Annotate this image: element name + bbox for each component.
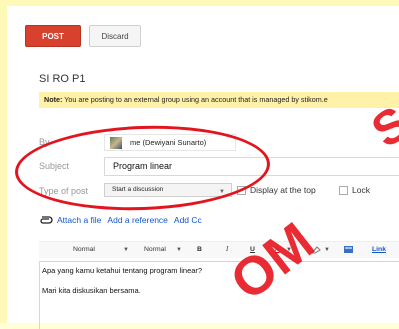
editor-line: Apa yang kamu ketahui tentang program li…	[42, 266, 203, 275]
note-prefix: Note:	[44, 95, 63, 104]
add-reference-link[interactable]: Add a reference	[107, 215, 167, 225]
discard-button[interactable]: Discard	[89, 25, 141, 47]
bold-button[interactable]: B	[197, 244, 202, 256]
highlight-chevron-icon: ▼	[324, 247, 330, 253]
annotation-ellipse	[13, 121, 272, 215]
lock-checkbox[interactable]	[339, 186, 348, 195]
text-color-chevron-icon: ▼	[286, 247, 292, 253]
display-at-top-label: Display at the top	[250, 185, 316, 195]
font-style-chevron-icon: ▼	[123, 247, 129, 253]
font-style-select[interactable]: Normal	[73, 244, 95, 256]
link-button[interactable]: Link	[372, 244, 386, 256]
font-size-chevron-icon: ▼	[176, 247, 182, 253]
text-color-button[interactable]: A	[275, 244, 280, 256]
group-title: SI RO P1	[39, 73, 86, 85]
font-size-select[interactable]: Normal	[144, 244, 166, 256]
message-editor[interactable]: Apa yang kamu ketahui tentang program li…	[39, 261, 399, 329]
attach-file-link[interactable]: Attach a file	[57, 215, 101, 225]
external-group-note: Note: You are posting to an external gro…	[39, 92, 399, 108]
attachment-links: Attach a file Add a reference Add Cc	[39, 215, 208, 225]
post-button[interactable]: POST	[25, 25, 81, 47]
paperclip-icon	[40, 216, 53, 224]
add-cc-link[interactable]: Add Cc	[174, 215, 202, 225]
italic-button[interactable]: I	[226, 244, 228, 256]
underline-button[interactable]: U	[250, 244, 255, 256]
compose-page: POST Discard SI RO P1 Note: You are post…	[0, 0, 399, 329]
lock-label: Lock	[352, 185, 370, 195]
note-text: You are posting to an external group usi…	[62, 95, 328, 104]
image-icon[interactable]	[344, 246, 353, 253]
highlight-icon[interactable]	[311, 245, 322, 254]
editor-line: Mari kita diskusikan bersama.	[42, 286, 141, 295]
editor-toolbar: Normal ▼ Normal ▼ B I U A ▼ ▼ Link	[39, 241, 399, 258]
